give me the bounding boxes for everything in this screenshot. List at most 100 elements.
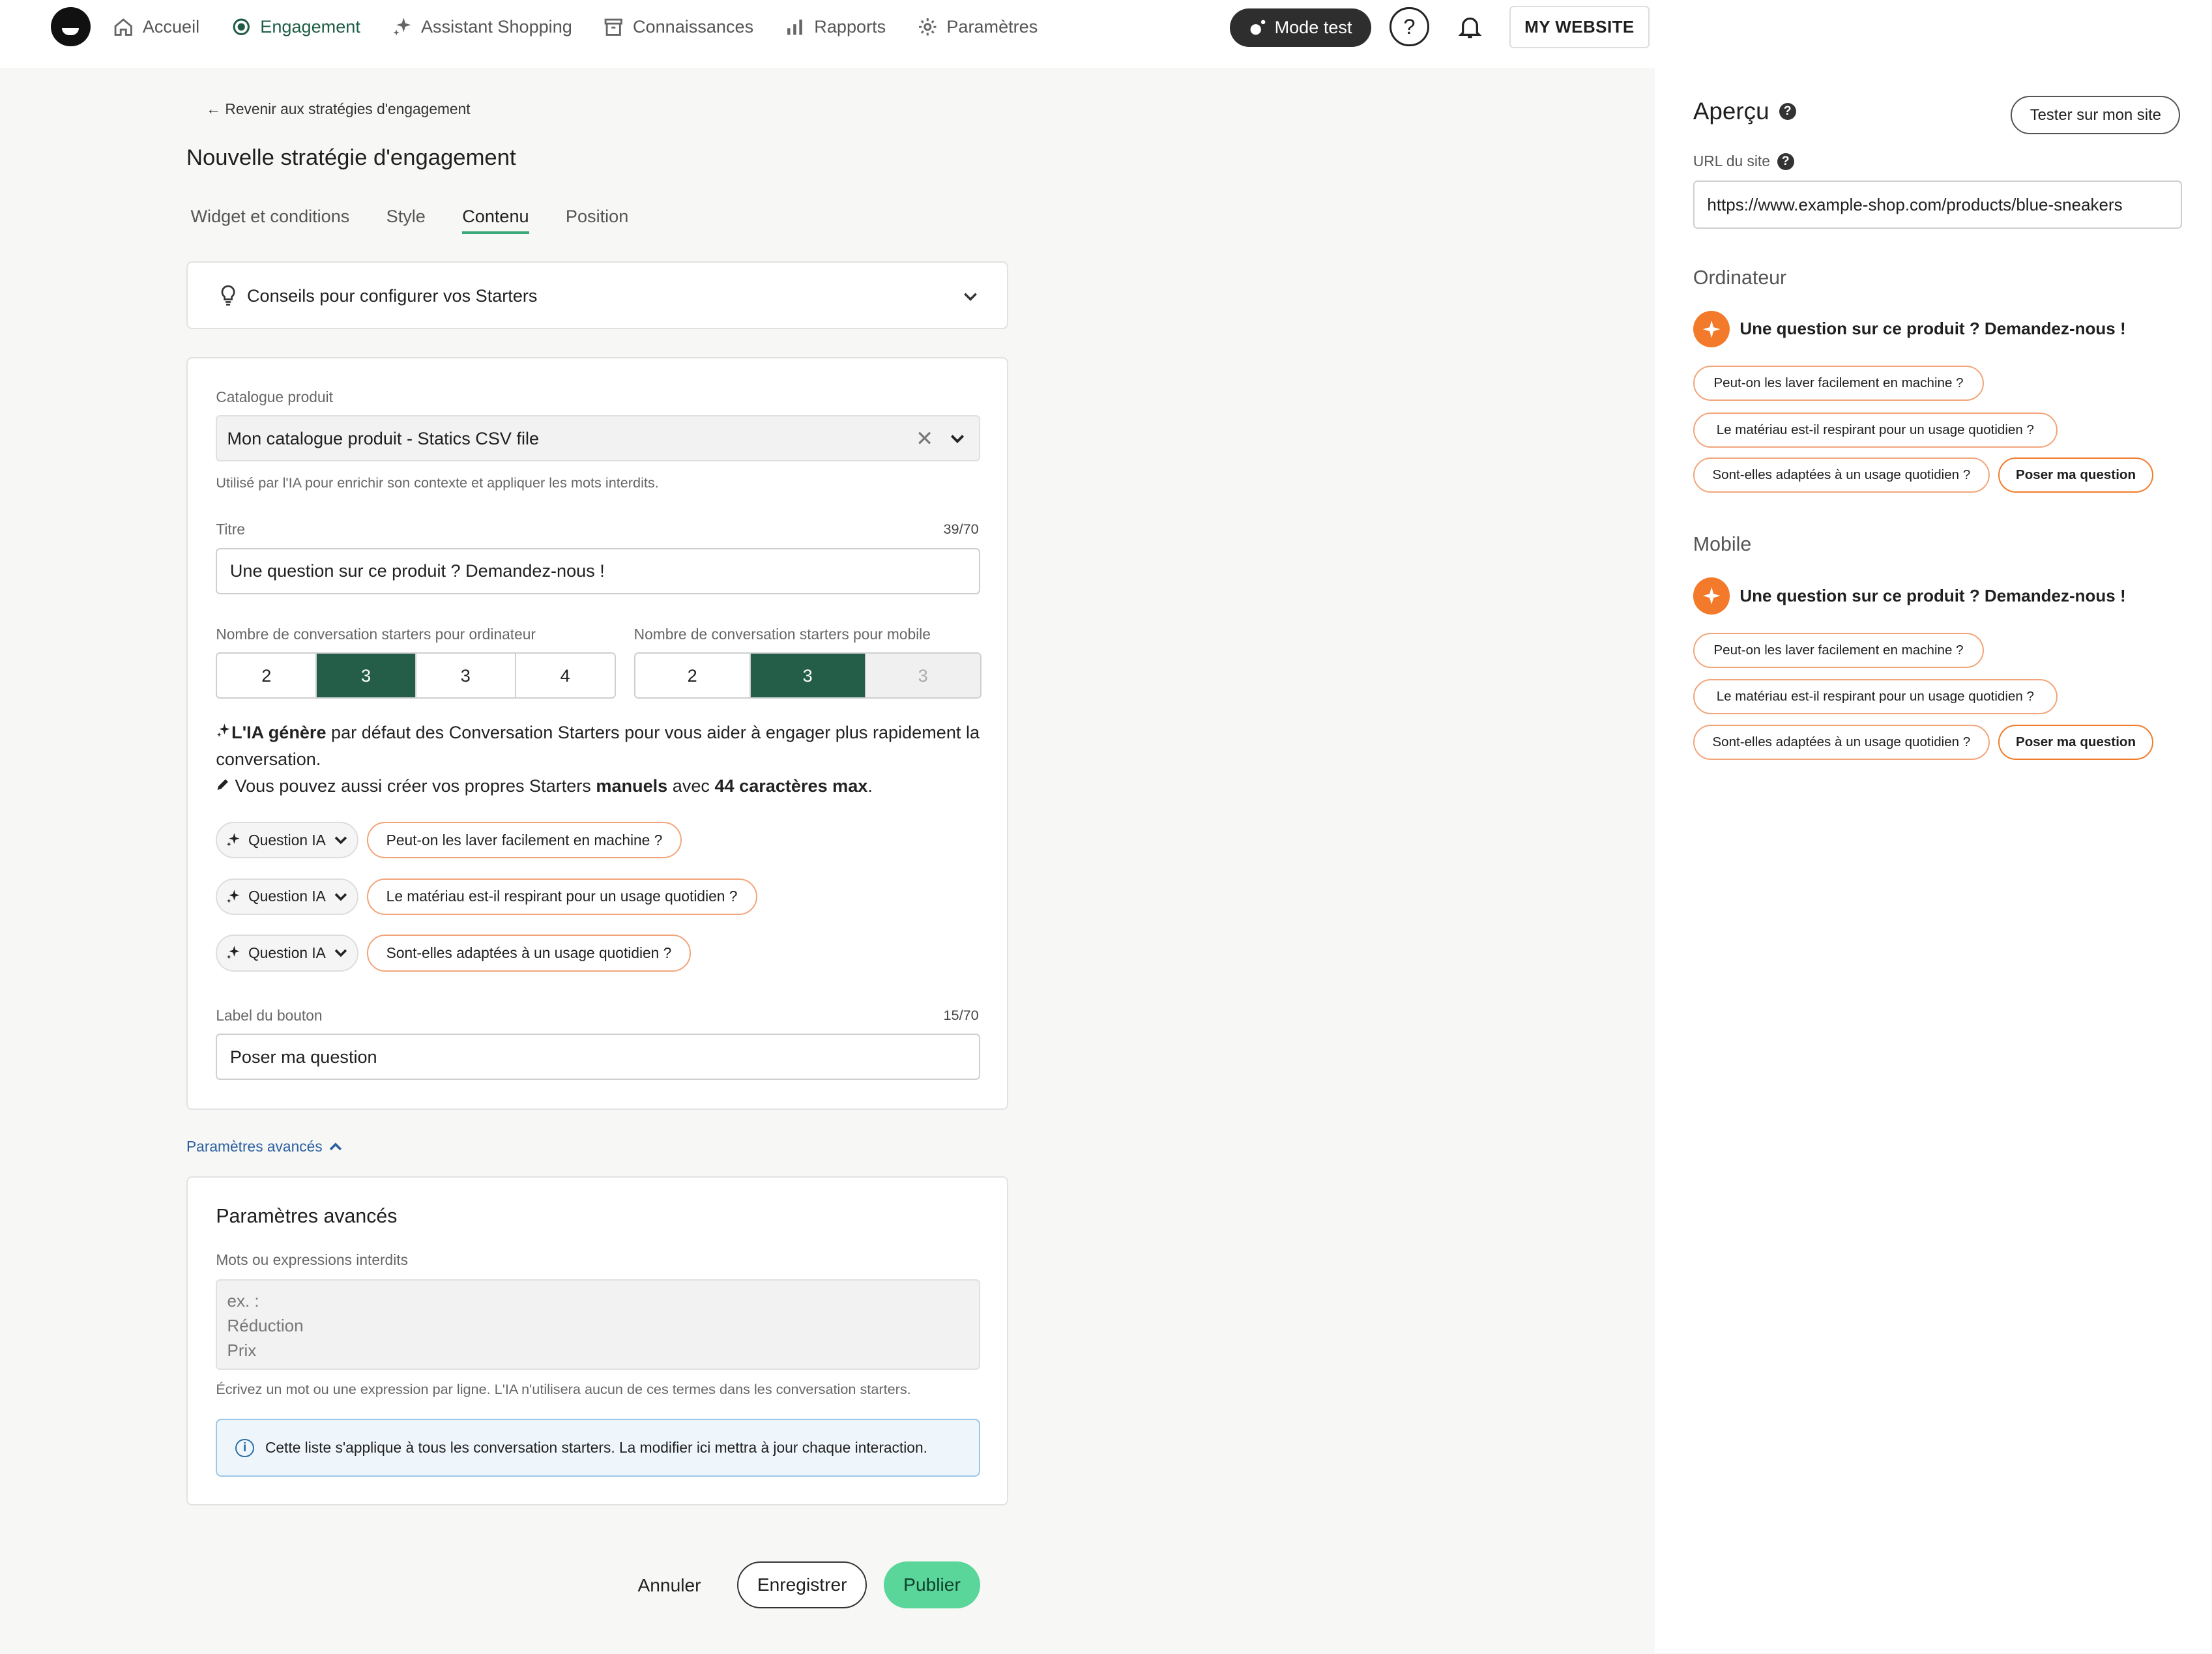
bell-icon[interactable] [1457, 14, 1483, 40]
tab-style[interactable]: Style [386, 206, 426, 234]
manual-info-bold: manuels [596, 776, 668, 796]
title-counter: 39/70 [943, 521, 979, 538]
nav-label: Connaissances [632, 16, 754, 37]
advanced-settings-card: Paramètres avancés Mots ou expressions i… [186, 1176, 1009, 1505]
sparkle-icon [227, 946, 240, 960]
advanced-title: Paramètres avancés [216, 1206, 398, 1228]
question-type-select[interactable]: Question IA [216, 821, 358, 859]
starters-info: L'IA génère par défaut des Conversation … [216, 719, 985, 800]
mobile-count-option[interactable]: 2 [635, 653, 751, 698]
publish-button[interactable]: Publier [884, 1561, 980, 1608]
app-logo[interactable] [51, 7, 91, 47]
tips-accordion[interactable]: Conseils pour configurer vos Starters [186, 261, 1009, 329]
question-chip[interactable]: Sont-elles adaptées à un usage quotidien… [366, 935, 691, 972]
content-form-card: Catalogue produit Mon catalogue produit … [186, 357, 1009, 1110]
help-icon[interactable]: ? [1779, 102, 1796, 120]
mobile-preview-label: Mobile [1693, 534, 1752, 555]
nav-item-parametres[interactable]: Paramètres [917, 16, 1038, 38]
tab-contenu[interactable]: Contenu [462, 206, 529, 234]
chevron-down-icon [334, 893, 347, 901]
chevron-down-icon [334, 836, 347, 845]
advanced-settings-toggle[interactable]: Paramètres avancés [186, 1138, 343, 1155]
manual-info-end: . [867, 776, 873, 796]
pencil-icon [218, 779, 229, 791]
question-chip[interactable]: Peut-on les laver facilement en machine … [366, 821, 682, 859]
catalog-select[interactable]: Mon catalogue produit - Statics CSV file… [216, 414, 980, 462]
desktop-count-option[interactable]: 3 [317, 653, 416, 698]
manual-info-start: Vous pouvez aussi créer vos propres Star… [235, 776, 596, 796]
preview-ask-button[interactable]: Poser ma question [1998, 457, 2154, 493]
mobile-count-label: Nombre de conversation starters pour mob… [633, 625, 931, 643]
sparkle-icon [392, 17, 411, 36]
mode-test-button[interactable]: Mode test [1230, 8, 1371, 47]
desktop-count-option[interactable]: 4 [516, 654, 615, 698]
nav-item-accueil[interactable]: Accueil [113, 16, 199, 38]
sparkle-badge-icon [1693, 310, 1730, 347]
nav-item-rapports[interactable]: Rapports [785, 16, 886, 38]
bar-chart-icon [787, 19, 802, 35]
forbidden-words-helper: Écrivez un mot ou une expression par lig… [216, 1380, 911, 1397]
preview-chip[interactable]: Le matériau est-il respirant pour un usa… [1693, 412, 2058, 448]
question-type-label: Question IA [248, 831, 326, 849]
preview-chip[interactable]: Sont-elles adaptées à un usage quotidien… [1693, 724, 1990, 760]
button-label-input[interactable]: Poser ma question [216, 1033, 980, 1081]
target-icon [233, 18, 250, 35]
tab-widget-conditions[interactable]: Widget et conditions [191, 206, 350, 234]
question-type-select[interactable]: Question IA [216, 878, 358, 915]
chevron-down-icon[interactable] [949, 430, 966, 447]
page-title: Nouvelle stratégie d'engagement [186, 145, 516, 171]
title-label: Titre [216, 521, 245, 538]
url-label-text: URL du site [1693, 152, 1770, 169]
website-selector-button[interactable]: MY WEBSITE [1509, 5, 1650, 48]
ai-info-line: L'IA génère par défaut des Conversation … [216, 719, 985, 772]
back-link[interactable]: ← Revenir aux stratégies d'engagement [206, 100, 470, 118]
desktop-count-option[interactable]: 2 [217, 653, 317, 698]
desktop-preview-header: Une question sur ce produit ? Demandez-n… [1693, 310, 2126, 347]
button-label-label: Label du bouton [216, 1006, 323, 1024]
desktop-count-label: Nombre de conversation starters pour ord… [216, 625, 536, 643]
placeholder-line: Prix [227, 1340, 257, 1360]
sparkle-icon [227, 890, 240, 903]
help-button[interactable]: ? [1390, 7, 1429, 47]
clear-icon[interactable]: ✕ [916, 426, 933, 451]
advanced-settings-link: Paramètres avancés [186, 1138, 323, 1155]
preview-chip[interactable]: Peut-on les laver facilement en machine … [1693, 366, 1985, 401]
main-nav: Accueil Engagement Assistant Shopping Co… [113, 0, 1038, 53]
question-chip[interactable]: Le matériau est-il respirant pour un usa… [366, 878, 757, 915]
save-button[interactable]: Enregistrer [737, 1561, 867, 1608]
desktop-count-option[interactable]: 3 [416, 653, 516, 698]
test-on-site-button[interactable]: Tester sur mon site [2011, 96, 2181, 134]
question-row: Question IA Le matériau est-il respirant… [216, 878, 757, 915]
preview-chip[interactable]: Sont-elles adaptées à un usage quotidien… [1693, 457, 1990, 493]
nav-item-assistant-shopping[interactable]: Assistant Shopping [392, 16, 572, 38]
preview-chip[interactable]: Le matériau est-il respirant pour un usa… [1693, 679, 2058, 715]
cancel-button[interactable]: Annuler [628, 1570, 710, 1601]
preview-ask-button[interactable]: Poser ma question [1998, 724, 2154, 760]
chevron-down-icon [334, 950, 347, 957]
tips-label: Conseils pour configurer vos Starters [246, 285, 538, 306]
mode-test-label: Mode test [1274, 17, 1352, 38]
nav-label: Paramètres [946, 16, 1038, 37]
url-input[interactable]: https://www.example-shop.com/products/bl… [1693, 181, 2182, 229]
question-type-select[interactable]: Question IA [216, 935, 358, 972]
desktop-count-selector: 2 3 3 4 [216, 652, 616, 699]
manual-info-max: 44 caractères max [714, 776, 868, 796]
forbidden-words-label: Mots ou expressions interdits [216, 1251, 408, 1268]
help-icon[interactable]: ? [1777, 152, 1794, 170]
tips-title: Conseils pour configurer vos Starters [219, 285, 538, 306]
forbidden-words-textarea[interactable]: ex. : Réduction Prix [216, 1279, 980, 1370]
manual-info-mid: avec [667, 776, 715, 796]
tab-position[interactable]: Position [566, 206, 628, 234]
title-input[interactable]: Une question sur ce produit ? Demandez-n… [216, 547, 980, 594]
nav-label: Assistant Shopping [421, 16, 572, 37]
preview-chip[interactable]: Peut-on les laver facilement en machine … [1693, 632, 1985, 668]
nav-item-engagement[interactable]: Engagement [231, 16, 360, 38]
catalog-value: Mon catalogue produit - Statics CSV file [227, 428, 540, 448]
archive-icon [605, 18, 623, 36]
lightbulb-icon [221, 285, 235, 306]
chevron-up-icon [330, 1142, 342, 1151]
question-row: Question IA Peut-on les laver facilement… [216, 821, 682, 859]
nav-item-connaissances[interactable]: Connaissances [603, 16, 753, 38]
placeholder-line: Réduction [227, 1315, 304, 1335]
mobile-count-option[interactable]: 3 [750, 653, 866, 698]
